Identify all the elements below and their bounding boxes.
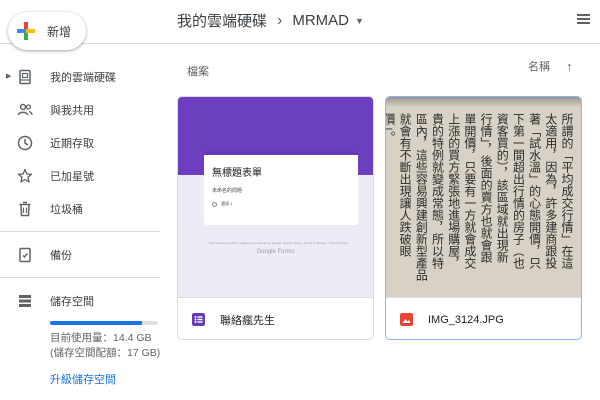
photo-text-column: 貴的特例就變成常態，所以特 xyxy=(430,113,444,269)
google-form-icon xyxy=(192,313,205,326)
photo-text-column: 下第一間超出行情的房子（也 xyxy=(511,113,525,269)
sidebar-divider xyxy=(0,231,160,232)
new-button-label: 新增 xyxy=(47,24,72,39)
sort-label[interactable]: 名稱 xyxy=(528,58,550,74)
photo-text-column: 著「試水溫」的心態開價，只 xyxy=(527,113,541,269)
file-card-footer: 聯絡瘋先生 xyxy=(178,297,373,339)
form-option-label: 選項 1 xyxy=(221,201,233,206)
files-section-label: 檔案 xyxy=(187,66,209,78)
clock-icon xyxy=(17,135,33,151)
sidebar-item-storage[interactable]: 儲存空間 xyxy=(0,284,165,317)
sidebar-item-shared[interactable]: 與我共用 xyxy=(0,93,165,126)
photo-text-column: 行情」，後面的賣方也就會跟 xyxy=(479,113,493,263)
form-question: 未命名的問題 xyxy=(212,188,243,194)
photo-text-column: 上漲的買方緊張地進場購屋， xyxy=(446,113,460,269)
storage-icon xyxy=(19,295,31,307)
sidebar-item-label: 近期存取 xyxy=(50,137,94,150)
storage-usage-fill xyxy=(50,321,142,325)
form-disclaimer: This content is neither created nor endo… xyxy=(208,241,348,245)
breadcrumb-current-folder[interactable]: MRMAD ▼ xyxy=(292,12,364,29)
list-view-icon[interactable] xyxy=(577,14,590,26)
photo-text-column: 單開價，只要有一方就會成交 xyxy=(462,113,476,269)
sidebar: ▶ 我的雲端硬碟 與我共用 近期存取 已加星號 垃圾桶 備份 儲存空間 xyxy=(0,60,165,317)
caret-down-icon: ▼ xyxy=(355,15,364,26)
sidebar-divider xyxy=(0,277,160,278)
sidebar-item-my-drive[interactable]: ▶ 我的雲端硬碟 xyxy=(0,60,165,93)
sort-control[interactable]: 名稱 ↑ xyxy=(528,58,573,74)
photo-text-column: 所謂的「平均成交行情」在這 xyxy=(560,113,573,269)
photo-text-columns: 所謂的「平均成交行情」在這 太適用，因為，許多建商跟投 著「試水溫」的心態開價，… xyxy=(386,113,573,297)
radio-icon xyxy=(212,201,217,207)
photo-text-column: 區內，這些容易興建創新型產品 xyxy=(414,113,428,281)
photo-text-column: 就會有不斷出現讓人跌破眼 xyxy=(398,113,412,257)
sidebar-item-starred[interactable]: 已加星號 xyxy=(0,159,165,192)
form-title: 無標題表單 xyxy=(212,168,262,179)
expand-arrow-icon[interactable]: ▶ xyxy=(6,72,11,80)
trash-icon xyxy=(19,201,31,217)
sidebar-item-label: 與我共用 xyxy=(50,104,94,117)
file-name: IMG_3124.JPG xyxy=(428,313,504,326)
photo-text-column: 資客買的），該區域就出現新 xyxy=(495,113,509,263)
form-preview-paper: 無標題表單 未命名的問題 選項 1 xyxy=(204,151,358,225)
sidebar-item-label: 儲存空間 xyxy=(50,295,94,308)
sidebar-item-label: 備份 xyxy=(50,249,72,262)
top-bar: 我的雲端硬碟 › MRMAD ▼ xyxy=(0,0,600,44)
drive-icon xyxy=(19,69,31,85)
sidebar-item-recent[interactable]: 近期存取 xyxy=(0,126,165,159)
plus-icon xyxy=(17,22,35,40)
photo-edge xyxy=(386,97,581,107)
backup-icon xyxy=(19,247,31,263)
file-card[interactable]: 無標題表單 未命名的問題 選項 1 This content is neithe… xyxy=(177,96,374,340)
current-folder-name: MRMAD xyxy=(292,12,350,29)
sidebar-item-backup[interactable]: 備份 xyxy=(0,238,165,271)
breadcrumb-separator: › xyxy=(277,11,283,29)
new-button[interactable]: 新增 xyxy=(8,12,86,50)
people-icon xyxy=(17,103,33,116)
upgrade-storage-link[interactable]: 升級儲存空間 xyxy=(50,371,116,387)
photo-text-column: 價」。 xyxy=(386,113,395,143)
breadcrumb-root[interactable]: 我的雲端硬碟 xyxy=(177,10,267,31)
photo-text-column: 太適用，因為，許多建商跟投 xyxy=(543,113,557,269)
form-option: 選項 1 xyxy=(212,201,232,207)
sidebar-item-label: 已加星號 xyxy=(50,170,94,183)
image-file-icon xyxy=(400,313,413,326)
sort-direction-icon[interactable]: ↑ xyxy=(566,59,573,74)
breadcrumb: 我的雲端硬碟 › MRMAD ▼ xyxy=(177,10,364,31)
file-card-selected[interactable]: 所謂的「平均成交行情」在這 太適用，因為，許多建商跟投 著「試水溫」的心態開價，… xyxy=(385,96,582,340)
file-card-footer: IMG_3124.JPG xyxy=(386,297,581,339)
image-thumbnail: 所謂的「平均成交行情」在這 太適用，因為，許多建商跟投 著「試水溫」的心態開價，… xyxy=(386,97,581,297)
storage-usage-text: 目前使用量：14.4 GB (儲存空間配額：17 GB) xyxy=(50,332,161,359)
file-name: 聯絡瘋先生 xyxy=(220,314,275,327)
star-icon xyxy=(17,168,33,183)
form-thumbnail: 無標題表單 未命名的問題 選項 1 This content is neithe… xyxy=(178,97,373,297)
sidebar-item-label: 我的雲端硬碟 xyxy=(50,71,116,84)
google-forms-logo: Google Forms xyxy=(256,249,295,255)
sidebar-item-trash[interactable]: 垃圾桶 xyxy=(0,192,165,225)
sidebar-item-label: 垃圾桶 xyxy=(50,203,83,216)
storage-usage-bar xyxy=(50,321,158,325)
